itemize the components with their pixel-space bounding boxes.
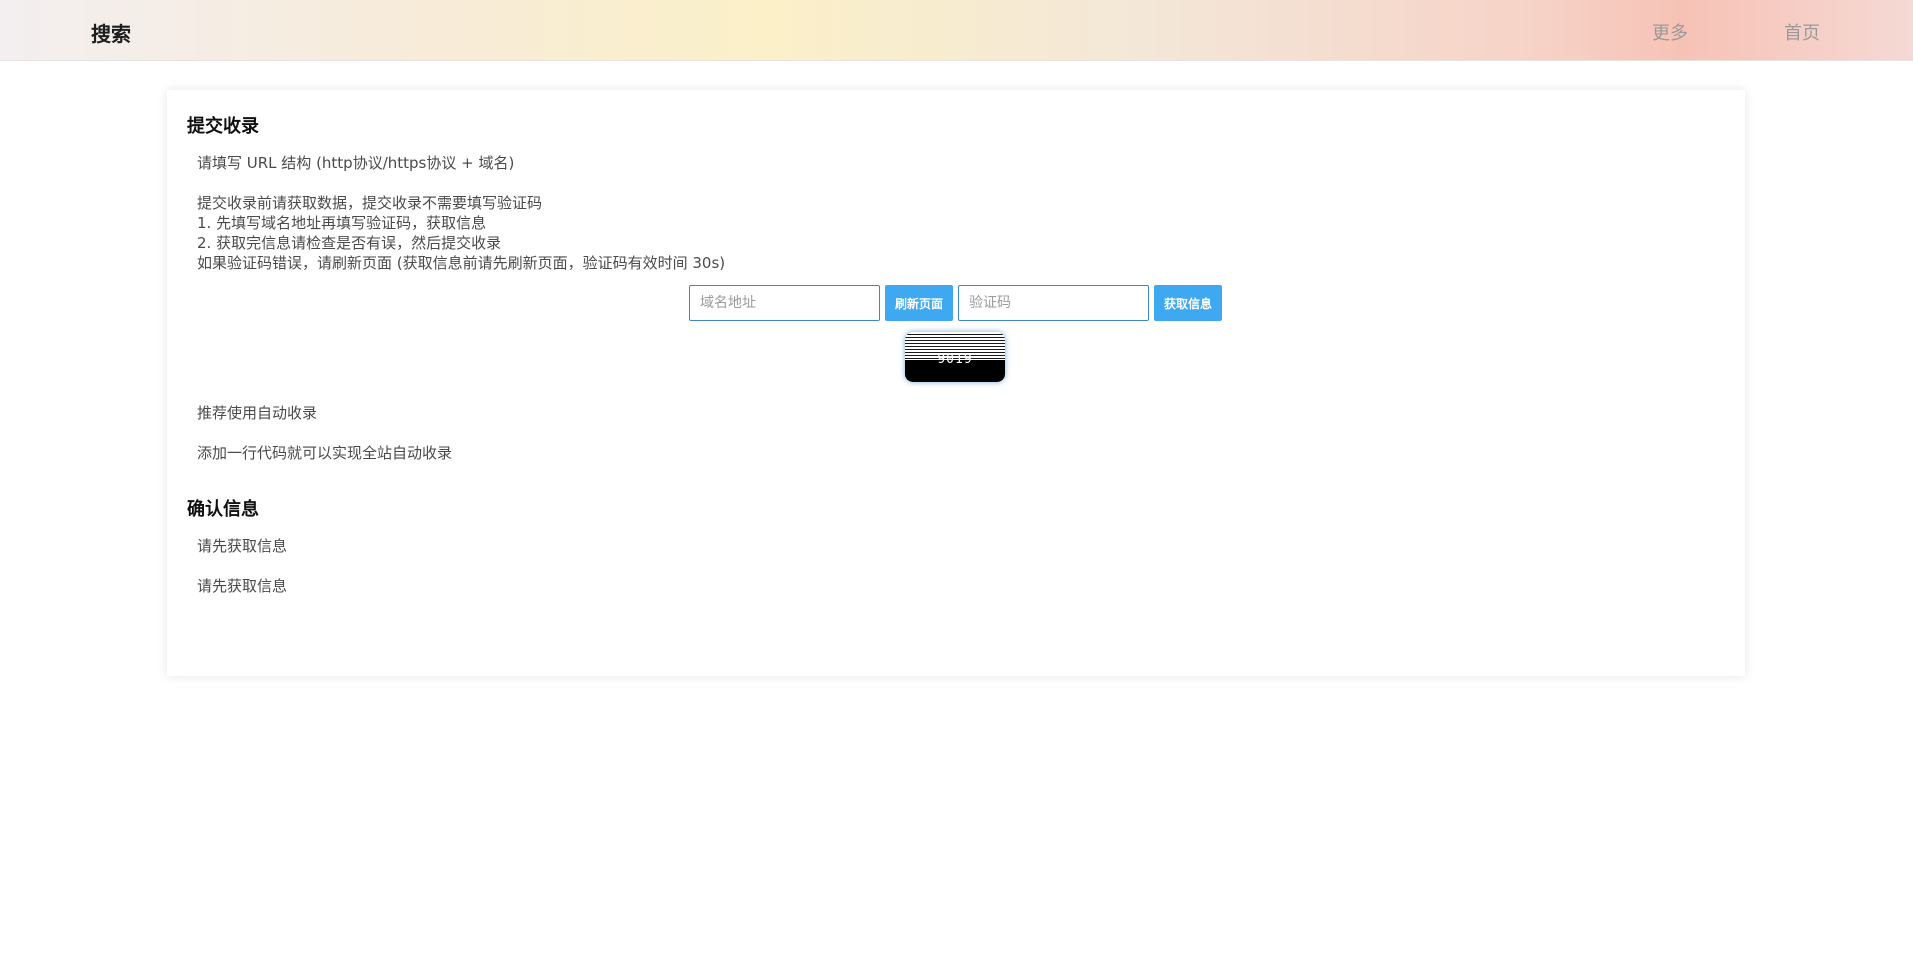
recommend-description: 添加一行代码就可以实现全站自动收录 bbox=[197, 444, 453, 462]
submit-card: 提交收录 请填写 URL 结构 (http协议/https协议 + 域名) 提交… bbox=[167, 90, 1745, 676]
instruction-captcha-error: 如果验证码错误，请刷新页面 (获取信息前请先刷新页面，验证码有效时间 30s) bbox=[197, 254, 726, 272]
nav-more-link[interactable]: 更多 bbox=[1652, 19, 1688, 45]
captcha-code: 9019 bbox=[937, 352, 973, 367]
site-brand[interactable]: 搜索 bbox=[91, 18, 131, 47]
domain-input[interactable] bbox=[689, 285, 880, 321]
confirm-info-line-2: 请先获取信息 bbox=[197, 577, 288, 595]
instruction-url-format: 请填写 URL 结构 (http协议/https协议 + 域名) bbox=[197, 154, 515, 172]
refresh-page-button[interactable]: 刷新页面 bbox=[885, 285, 953, 321]
nav-home-link[interactable]: 首页 bbox=[1784, 19, 1820, 45]
fetch-info-button[interactable]: 获取信息 bbox=[1154, 285, 1222, 321]
instruction-fetch-first: 提交收录前请获取数据，提交收录不需要填写验证码 bbox=[197, 194, 543, 212]
captcha-image[interactable]: 9019 bbox=[905, 332, 1005, 382]
captcha-input[interactable] bbox=[958, 285, 1149, 321]
confirm-section-title: 确认信息 bbox=[187, 499, 259, 520]
instruction-step-1: 1. 先填写域名地址再填写验证码，获取信息 bbox=[197, 214, 487, 232]
recommend-auto-submit: 推荐使用自动收录 bbox=[197, 404, 318, 422]
top-navigation-bar: 搜索 更多 首页 bbox=[0, 0, 1913, 61]
confirm-info-line-1: 请先获取信息 bbox=[197, 537, 288, 555]
instruction-step-2: 2. 获取完信息请检查是否有误，然后提交收录 bbox=[197, 234, 502, 252]
submit-section-title: 提交收录 bbox=[187, 116, 259, 137]
